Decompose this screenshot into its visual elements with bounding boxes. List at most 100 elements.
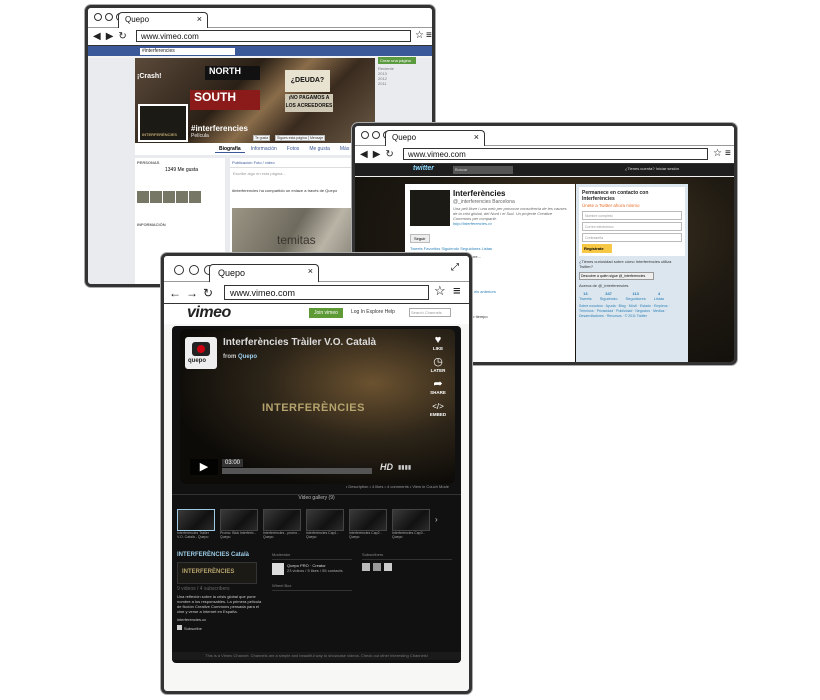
- reload-icon[interactable]: ↻: [118, 31, 126, 42]
- join-button[interactable]: Join vimeo: [309, 308, 343, 318]
- menu-icon[interactable]: ≡: [453, 283, 461, 298]
- subscriber-avatars[interactable]: [362, 563, 452, 571]
- back-icon[interactable]: ←: [169, 286, 181, 300]
- stat-tweets[interactable]: 13 Tweets: [579, 291, 592, 301]
- twitter-search-input[interactable]: Buscar: [453, 166, 513, 174]
- subscribe-button[interactable]: Subscribe: [177, 625, 264, 631]
- follow-button[interactable]: Seguir: [410, 234, 430, 243]
- address-bar[interactable]: www.vimeo.com: [136, 30, 411, 42]
- message-button[interactable]: Mensaje: [308, 135, 326, 141]
- menu-icon[interactable]: ≡: [426, 30, 432, 41]
- embed-action[interactable]: </> EMBED: [426, 401, 450, 417]
- vimeo-header: vimeo Join vimeo Log In Explore Help Sea…: [164, 304, 469, 324]
- header-nav[interactable]: Log In Explore Help: [351, 309, 395, 315]
- stat-followers[interactable]: 113 Seguidores: [625, 291, 645, 301]
- login-link[interactable]: ¿Tienes cuenta? Iniciar sesión: [625, 166, 679, 171]
- channel-link[interactable]: interferencies.cc: [177, 617, 264, 622]
- vimeo-logo[interactable]: vimeo: [187, 304, 231, 322]
- channel-title[interactable]: INTERFERÈNCIES Català: [177, 552, 264, 559]
- video-duration: 03:00: [222, 459, 244, 467]
- like-button[interactable]: Te gusta: [253, 135, 271, 141]
- create-page-button[interactable]: Crear una página: [378, 57, 416, 64]
- stat-lists[interactable]: 4 Listas: [654, 291, 664, 301]
- vimeo-search-input[interactable]: Search Channels: [409, 308, 451, 317]
- browser-tab[interactable]: Quepo ×: [118, 12, 208, 28]
- channel-footer[interactable]: This is a Vimeo Channel. Channels are a …: [172, 652, 461, 660]
- moderator-avatar[interactable]: [272, 563, 284, 575]
- twitter-avatar[interactable]: [410, 190, 450, 226]
- email-field[interactable]: Correo electrónico: [582, 222, 682, 231]
- video-player[interactable]: quepo Interferències Tràiler V.O. Català…: [180, 329, 455, 484]
- tab-more[interactable]: Más: [336, 146, 353, 152]
- bookmark-star-icon[interactable]: ☆: [434, 283, 446, 299]
- volume-icon[interactable]: ▮▮▮▮: [398, 464, 411, 471]
- hd-toggle[interactable]: HD: [380, 462, 393, 472]
- gallery-thumb[interactable]: Interferències Cap2 - Quepo: [349, 509, 387, 539]
- play-button[interactable]: ▶: [190, 459, 218, 475]
- video-title[interactable]: Interferències Tràiler V.O. Català: [223, 337, 376, 348]
- register-button[interactable]: Regístrate: [582, 244, 612, 253]
- reload-icon[interactable]: ↻: [203, 286, 213, 300]
- address-row: ◀ ▶ ↻ www.vimeo.com ☆ ≡: [88, 28, 432, 46]
- forward-icon[interactable]: →: [186, 286, 198, 300]
- vimeo-browser-window: Quepo × ⤢ ← → ↻ www.vimeo.com ☆ ≡ vimeo J…: [161, 253, 472, 694]
- channel-info: INTERFERÈNCIES Català INTERFERÈNCIES 9 v…: [177, 552, 264, 631]
- tab-timeline[interactable]: Biografía: [215, 146, 245, 153]
- name-field[interactable]: Nombre completo: [582, 211, 682, 220]
- gallery-thumb[interactable]: Interferències Tràiler V.O. Català - Que…: [177, 509, 215, 539]
- year-nav[interactable]: Reciente 2013 2012 2011: [378, 66, 430, 86]
- bookmark-star-icon[interactable]: ☆: [415, 30, 424, 41]
- gallery-thumb[interactable]: Interferències Cap1 - Quepo: [306, 509, 344, 539]
- signup-box: Permanece en contacto con Interferències…: [579, 187, 685, 256]
- reload-icon[interactable]: ↻: [385, 149, 393, 160]
- browser-tab[interactable]: Quepo ×: [385, 130, 485, 146]
- later-action[interactable]: ◷ LATER: [426, 356, 450, 374]
- password-field[interactable]: Contraseña: [582, 233, 682, 242]
- forward-icon[interactable]: ▶: [373, 149, 381, 160]
- address-bar[interactable]: www.vimeo.com: [224, 285, 429, 300]
- footer-links[interactable]: Sobre nosotros · Ayuda · Blog · Móvil · …: [579, 304, 685, 319]
- like-action[interactable]: ♥ LIKE: [426, 335, 450, 352]
- close-tab-icon[interactable]: ×: [308, 266, 313, 276]
- address-row: ◀ ▶ ↻ www.vimeo.com ☆ ≡: [355, 146, 734, 164]
- profile-picture[interactable]: INTERFERÈNCIES: [138, 104, 188, 142]
- menu-icon[interactable]: ≡: [725, 148, 731, 159]
- right-column: Crear una página Reciente 2013 2012 2011: [378, 57, 430, 86]
- clock-icon: ◷: [433, 356, 443, 368]
- progress-bar[interactable]: [222, 468, 372, 474]
- stat-following[interactable]: 347 Siguiendo: [600, 291, 618, 301]
- chevron-right-icon[interactable]: ›: [435, 515, 438, 524]
- address-bar[interactable]: www.vimeo.com: [403, 148, 708, 160]
- share-action[interactable]: ➦ SHARE: [426, 379, 450, 396]
- tab-photos[interactable]: Fotos: [283, 146, 304, 152]
- facebook-search-input[interactable]: #interferencies: [140, 47, 235, 55]
- close-tab-icon[interactable]: ×: [474, 132, 479, 142]
- gallery-thumb[interactable]: Interferències - promo - Quepo: [263, 509, 301, 539]
- profile-stats: 13 Tweets 347 Siguiendo 113 Seguidores 4 Lis…: [579, 291, 685, 301]
- cover-text: ¡Crash!: [137, 73, 162, 80]
- profile-handle: @_interferencies Barcelona: [453, 199, 515, 205]
- gallery-thumb[interactable]: Promo: Blok Interfèrix - Quepo: [220, 509, 258, 539]
- twitter-logo-icon[interactable]: twitter: [413, 165, 434, 172]
- bookmark-star-icon[interactable]: ☆: [713, 148, 722, 159]
- twitter-top-bar: twitter Buscar ¿Tienes cuenta? Iniciar s…: [355, 164, 734, 176]
- facebook-top-bar: #interferencies: [88, 46, 432, 56]
- page-tabs: Biografía Información Fotos Me gusta Más: [135, 143, 375, 155]
- profile-tabs[interactable]: Tweets Favoritos Siguiendo Seguidores Li…: [410, 246, 492, 251]
- forward-icon[interactable]: ▶: [106, 31, 114, 42]
- back-icon[interactable]: ◀: [93, 31, 101, 42]
- tab-likes[interactable]: Me gusta: [305, 146, 334, 152]
- gallery-thumb[interactable]: Interferències Cap3 - Quepo: [392, 509, 430, 539]
- uploader-link[interactable]: Quepo: [238, 354, 257, 360]
- close-tab-icon[interactable]: ×: [197, 14, 202, 24]
- follow-button[interactable]: Sigues esta página: [275, 135, 309, 141]
- back-icon[interactable]: ◀: [360, 149, 368, 160]
- tab-info[interactable]: Información: [247, 146, 281, 152]
- discover-button[interactable]: Descubre a quién sigue @_interferencies: [579, 272, 654, 280]
- browser-tab[interactable]: Quepo ×: [209, 264, 319, 282]
- channel-description: Una reflexión sobre la crisis global que…: [177, 594, 262, 614]
- video-meta-links[interactable]: • Description • 4 likes • 4 comments • V…: [346, 484, 449, 489]
- quepo-avatar[interactable]: quepo: [185, 337, 217, 369]
- window-controls[interactable]: [174, 265, 214, 275]
- expand-icon[interactable]: ⤢: [451, 262, 459, 273]
